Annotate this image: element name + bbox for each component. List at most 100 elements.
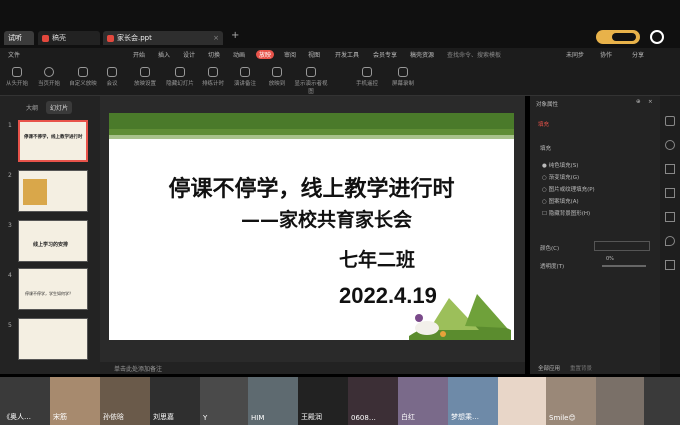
menu-review[interactable]: 审阅 [284, 50, 296, 59]
participant-tile[interactable]: 《奥人… [0, 377, 52, 425]
participant-tile[interactable]: 0608… [348, 377, 400, 425]
collaborate-button[interactable]: 协作 [600, 50, 612, 59]
participant-tile[interactable]: Smile😊 [546, 377, 598, 425]
hide-background-checkbox[interactable]: ☐ 隐藏背景图形(H) [542, 208, 595, 220]
participant-name: Y [203, 414, 208, 422]
rehearse-timing-button[interactable]: 排练计时 [196, 67, 230, 87]
show-settings-label: 放映设置 [133, 81, 156, 87]
notes-placeholder: 单击此处添加备注 [114, 366, 163, 373]
menu-insert[interactable]: 插入 [158, 50, 170, 59]
record-icon[interactable] [650, 30, 664, 44]
participant-name: 刘思嘉 [153, 413, 174, 421]
more-options-icon[interactable] [612, 33, 636, 41]
slide-subtitle[interactable]: ——家校共育家长会 [241, 205, 412, 232]
play-circle-icon [44, 67, 54, 77]
notes-pane[interactable]: 单击此处添加备注 [100, 362, 525, 374]
participant-tile[interactable] [596, 377, 648, 425]
style-icon[interactable] [665, 140, 675, 150]
fill-option-gradient[interactable]: ○ 渐变填充(G) [542, 172, 595, 184]
tab-slides[interactable]: 幻灯片 [46, 101, 73, 114]
participant-tile[interactable] [644, 377, 680, 425]
notes-icon [240, 67, 250, 77]
menu-slideshow[interactable]: 放映 [256, 50, 275, 59]
slide-thumbnail-3[interactable]: 线上学习的安排 [18, 220, 88, 262]
timer-icon [208, 67, 218, 77]
properties-icon[interactable] [665, 116, 675, 126]
fill-tab[interactable]: 填充 [538, 120, 549, 128]
animation-icon[interactable] [665, 212, 675, 222]
search-input[interactable]: 查找命令、搜索模板 [447, 50, 501, 59]
menu-animation[interactable]: 动画 [233, 50, 245, 59]
show-settings-button[interactable]: 放映设置 [128, 67, 162, 87]
menu-member[interactable]: 会员专享 [373, 50, 397, 59]
phone-remote-button[interactable]: 手机遥控 [350, 67, 384, 87]
thumb-text: 停课不停学，学生如何学？ [25, 291, 73, 296]
settings-icon[interactable] [665, 260, 675, 270]
screen-record-button[interactable]: 屏幕录制 [386, 67, 420, 87]
current-slide[interactable]: 停课不停学，线上教学进行时 ——家校共育家长会 七年二班 2022.4.19 [109, 113, 514, 340]
participant-tile[interactable]: 白红 [398, 377, 450, 425]
participant-tile[interactable]: 刘思嘉 [150, 377, 202, 425]
share-button[interactable]: 分享 [632, 50, 644, 59]
tab-document-label: 家长会.ppt [117, 34, 152, 42]
slide-class-name[interactable]: 七年二班 [339, 245, 415, 272]
participant-tile[interactable]: 梦想乘… [448, 377, 500, 425]
menu-resources[interactable]: 稿壳资源 [410, 50, 434, 59]
tab-outline[interactable]: 大纲 [26, 103, 38, 112]
slide-thumbnail-2[interactable] [18, 170, 88, 212]
layout-icon[interactable] [665, 164, 675, 174]
participant-tile[interactable]: Y [200, 377, 252, 425]
color-label: 颜色(C) [540, 246, 560, 252]
hide-slide-button[interactable]: 隐藏幻灯片 [163, 67, 197, 87]
menu-file[interactable]: 文件 [8, 50, 20, 59]
close-tab-icon[interactable]: × [213, 34, 219, 42]
play-from-start-button[interactable]: 从头开始 [0, 67, 34, 87]
tab-home[interactable]: 试听 [4, 31, 34, 45]
menu-view[interactable]: 视图 [308, 50, 320, 59]
new-tab-icon[interactable]: + [231, 30, 239, 41]
location-icon[interactable] [665, 236, 675, 246]
fill-option-picture[interactable]: ○ 图片或纹理填充(P) [542, 184, 595, 196]
meeting-icon [107, 67, 117, 77]
participant-name: 白红 [401, 413, 415, 421]
phone-icon [362, 67, 372, 77]
image-icon[interactable] [665, 188, 675, 198]
tab-draft[interactable]: 稿壳 [38, 31, 100, 45]
slide-thumbnail-4[interactable]: 停课不停学，学生如何学？ [18, 268, 88, 310]
fill-option-pattern[interactable]: ○ 图案填充(A) [542, 196, 595, 208]
fill-option-pattern-label: 图案填充(A) [548, 199, 579, 205]
draft-app-icon [42, 34, 49, 42]
thumb-number: 1 [8, 122, 12, 129]
slide-thumbnail-1[interactable]: 停课不停学，线上教学进行时 [18, 120, 88, 162]
thumb-number: 3 [8, 222, 12, 229]
fill-option-solid[interactable]: ● 纯色填充(S) [542, 160, 595, 172]
participant-tile[interactable]: HIM [248, 377, 300, 425]
thumb-number: 2 [8, 172, 12, 179]
sync-status[interactable]: 未同步 [566, 50, 584, 59]
meeting-button[interactable]: 会议 [95, 67, 129, 87]
cast-label: 放映到 [268, 81, 286, 87]
participant-tile[interactable] [498, 377, 550, 425]
menu-transition[interactable]: 切换 [208, 50, 220, 59]
close-panel-icon[interactable]: × [648, 99, 653, 105]
presenter-view-button[interactable]: 显示演示者视图 [294, 67, 328, 95]
reset-background-button[interactable]: 重置背景 [570, 364, 592, 372]
slide-thumbnail-5[interactable] [18, 318, 88, 360]
cast-button[interactable]: 放映到 [260, 67, 294, 87]
tab-document[interactable]: 家长会.ppt × [103, 31, 223, 45]
menu-home[interactable]: 开始 [133, 50, 145, 59]
participant-tile[interactable]: 孙依晗 [100, 377, 152, 425]
participant-name: 《奥人… [3, 413, 31, 421]
pin-icon[interactable]: ⊕ [636, 99, 641, 105]
apply-all-button[interactable]: 全部应用 [538, 364, 560, 372]
participant-tile[interactable]: 王殿润 [298, 377, 350, 425]
transparency-slider[interactable] [602, 265, 646, 267]
participant-tile[interactable]: 宋筋 [50, 377, 102, 425]
menu-developer[interactable]: 开发工具 [335, 50, 359, 59]
tab-draft-label: 稿壳 [52, 34, 66, 42]
slide-title[interactable]: 停课不停学，线上教学进行时 [109, 171, 514, 203]
menu-design[interactable]: 设计 [183, 50, 195, 59]
color-picker[interactable] [594, 241, 650, 251]
play-current-button[interactable]: 当页开始 [32, 67, 66, 87]
speaker-notes-button[interactable]: 演讲备注 [228, 67, 262, 87]
